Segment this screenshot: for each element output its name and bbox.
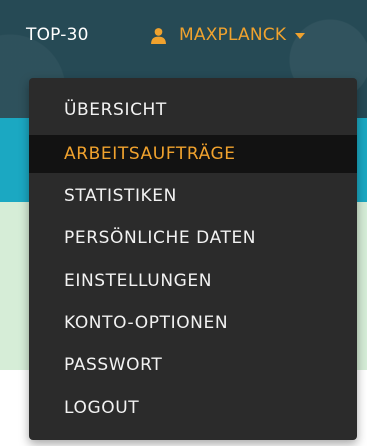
menu-item-persoenliche-daten[interactable]: PERSÖNLICHE DATEN [29,219,357,257]
menu-item-passwort[interactable]: PASSWORT [29,346,357,384]
username-label: MAXPLANCK [179,25,287,45]
user-icon [151,27,166,44]
menu-item-arbeitsauftraege[interactable]: ARBEITSAUFTRÄGE [29,135,357,173]
caret-down-icon [295,33,306,39]
menu-item-logout[interactable]: LOGOUT [29,389,357,427]
menu-item-uebersicht[interactable]: ÜBERSICHT [29,91,357,129]
user-dropdown-menu: ÜBERSICHT ARBEITSAUFTRÄGE STATISTIKEN PE… [29,78,357,440]
nav-top30-link[interactable]: TOP-30 [26,22,89,48]
menu-item-konto-optionen[interactable]: KONTO-OPTIONEN [29,304,357,342]
user-menu-toggle[interactable]: MAXPLANCK [150,22,306,48]
menu-item-statistiken[interactable]: STATISTIKEN [29,177,357,215]
menu-item-einstellungen[interactable]: EINSTELLUNGEN [29,262,357,300]
